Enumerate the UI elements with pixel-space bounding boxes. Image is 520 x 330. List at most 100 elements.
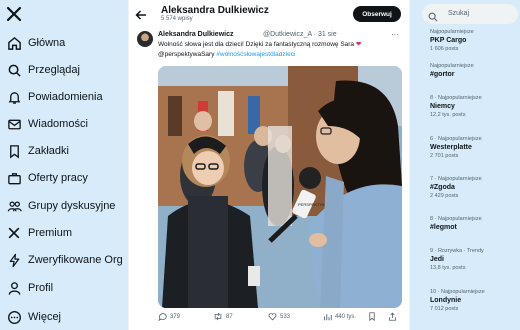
trend-name: Niemcy — [430, 103, 455, 110]
tweet-actions: 379 87 533 440 tys. — [158, 312, 408, 326]
nav-label: Zweryfikowane Org — [28, 254, 123, 266]
trend-item[interactable]: 10 · Najpopularniejsze Londynie 7 012 po… — [430, 288, 518, 313]
share-button[interactable] — [388, 312, 400, 321]
lightning-icon — [6, 252, 22, 268]
people-icon — [6, 198, 22, 214]
share-icon — [389, 312, 396, 321]
profile-header: Aleksandra Dulkiewicz 5 574 wpisy Obserw… — [129, 0, 409, 28]
trend-item[interactable]: Najpopularniejsze #gortor — [430, 62, 518, 79]
trend-meta: 6 · Najpopularniejsze — [430, 136, 482, 142]
more-options-icon[interactable]: ··· — [391, 30, 401, 39]
trend-meta: Najpopularniejsze — [430, 63, 474, 69]
nav-item-home[interactable]: Główna — [0, 31, 128, 55]
left-navigation: Główna Przeglądaj Powiadomienia Wiadomoś… — [0, 0, 128, 330]
trend-count: 12,2 tys. posts — [430, 112, 466, 118]
nav-item-bookmarks[interactable]: Zakładki — [0, 139, 128, 163]
repost-count: 87 — [226, 313, 233, 320]
nav-item-jobs[interactable]: Oferty pracy — [0, 166, 128, 190]
trend-count: 13,8 tys. posts — [430, 265, 466, 271]
nav-label: Więcej — [28, 311, 62, 323]
trend-meta: 8 · Najpopularniejsze — [430, 95, 482, 101]
bookmark-icon — [369, 312, 375, 321]
trend-count: 2 701 posts — [430, 153, 459, 159]
trend-item[interactable]: 9 · Rozrywka · Trendy Jedi 13,8 tys. pos… — [430, 247, 518, 272]
nav-label: Oferty pracy — [28, 172, 88, 184]
trend-meta: 8 · Najpopularniejsze — [430, 216, 482, 222]
tweet-author-name[interactable]: Aleksandra Dulkiewicz — [158, 31, 233, 38]
trend-count: 2 429 posts — [430, 193, 459, 199]
nav-item-verified-orgs[interactable]: Zweryfikowane Org — [0, 248, 128, 272]
trend-name: #legmot — [430, 224, 457, 231]
back-arrow-icon[interactable] — [135, 8, 147, 20]
trend-name: Londynie — [430, 297, 462, 304]
repost-button[interactable]: 87 — [213, 312, 233, 321]
more-circle-icon — [6, 309, 22, 325]
home-icon — [6, 35, 22, 51]
trend-item[interactable]: 6 · Najpopularniejsze Westerplatte 2 701… — [430, 135, 518, 160]
nav-item-communities[interactable]: Grupy dyskusyjne — [0, 194, 128, 218]
search-icon — [6, 62, 22, 78]
follow-button[interactable]: Obserwuj — [353, 6, 401, 22]
bell-icon — [6, 89, 22, 105]
trend-meta: 7 · Najpopularniejsze — [430, 176, 482, 182]
trend-name: Jedi — [430, 256, 445, 263]
trend-meta: Najpopularniejsze — [430, 29, 474, 35]
nav-item-profile[interactable]: Profil — [0, 276, 128, 300]
trend-name: Westerplatte — [430, 144, 472, 151]
tweet-text-body: Wolność słowa jest dla dzieci! Dzięki za… — [158, 41, 356, 48]
tweet-text: Wolność słowa jest dla dzieci! Dzięki za… — [158, 40, 403, 60]
search-placeholder: Szukaj — [448, 10, 470, 17]
person-icon — [6, 280, 22, 296]
trend-count: 1 606 posts — [430, 46, 459, 52]
views-count: 440 tys. — [335, 313, 357, 320]
nav-label: Profil — [28, 282, 54, 294]
profile-name: Aleksandra Dulkiewicz — [161, 5, 269, 16]
bookmark-icon — [6, 143, 22, 159]
trend-item[interactable]: 8 · Najpopularniejsze Niemcy 12,2 tys. p… — [430, 94, 518, 119]
tweet-handle-and-date[interactable]: @Dutkiewicz_A · 31 sie — [263, 31, 337, 38]
nav-label: Grupy dyskusyjne — [28, 200, 116, 212]
reply-icon — [158, 313, 167, 321]
trend-meta: 9 · Rozrywka · Trendy — [430, 248, 484, 254]
reply-count: 379 — [170, 313, 181, 320]
bookmark-button[interactable] — [368, 312, 379, 321]
trend-name: PKP Cargo — [430, 37, 467, 44]
main-column: Aleksandra Dulkiewicz 5 574 wpisy Obserw… — [128, 0, 410, 330]
trend-item[interactable]: 7 · Najpopularniejsze #Zgoda 2 429 posts — [430, 175, 518, 200]
nav-item-messages[interactable]: Wiadomości — [0, 112, 128, 136]
nav-item-premium[interactable]: Premium — [0, 221, 128, 245]
briefcase-icon — [6, 170, 22, 186]
nav-item-notifications[interactable]: Powiadomienia — [0, 85, 128, 109]
nav-label: Zakładki — [28, 145, 69, 157]
heart-emoji: ❤ — [355, 41, 362, 48]
search-icon — [428, 9, 438, 22]
trend-name: #Zgoda — [430, 184, 455, 191]
trend-count: 7 012 posts — [430, 306, 459, 312]
views-button[interactable]: 440 tys. — [323, 312, 356, 321]
trend-item[interactable]: 8 · Najpopularniejsze #legmot — [430, 215, 518, 232]
x-logo-icon[interactable] — [6, 6, 22, 22]
mention-link[interactable]: @perspektywaSary — [158, 51, 214, 58]
nav-label: Powiadomienia — [28, 91, 103, 103]
hashtag-link[interactable]: #wolnośćsłowajestdladzieci — [216, 51, 295, 58]
profile-post-count: 5 574 wpisy — [161, 16, 193, 22]
heart-icon — [268, 313, 277, 321]
nav-label: Główna — [28, 37, 66, 49]
trend-meta: 10 · Najpopularniejsze — [430, 289, 485, 295]
nav-label: Wiadomości — [28, 118, 88, 130]
nav-item-explore[interactable]: Przeglądaj — [0, 58, 128, 82]
nav-label: Premium — [28, 227, 73, 239]
search-input[interactable]: Szukaj — [422, 4, 518, 24]
views-chart-icon — [324, 314, 332, 321]
repost-icon — [214, 312, 222, 321]
avatar[interactable] — [137, 31, 153, 47]
right-sidebar: Szukaj Najpopularniejsze PKP Cargo 1 606… — [422, 0, 520, 330]
x-logo-icon — [6, 225, 22, 241]
tweet-photo[interactable]: PERSPEKTYWA SARY — [158, 66, 402, 308]
like-count: 533 — [280, 313, 291, 320]
like-button[interactable]: 533 — [268, 312, 290, 321]
trend-item[interactable]: Najpopularniejsze PKP Cargo 1 606 posts — [430, 28, 518, 53]
trend-name: #gortor — [430, 71, 455, 78]
nav-item-more[interactable]: Więcej — [0, 305, 128, 329]
reply-button[interactable]: 379 — [158, 312, 180, 321]
